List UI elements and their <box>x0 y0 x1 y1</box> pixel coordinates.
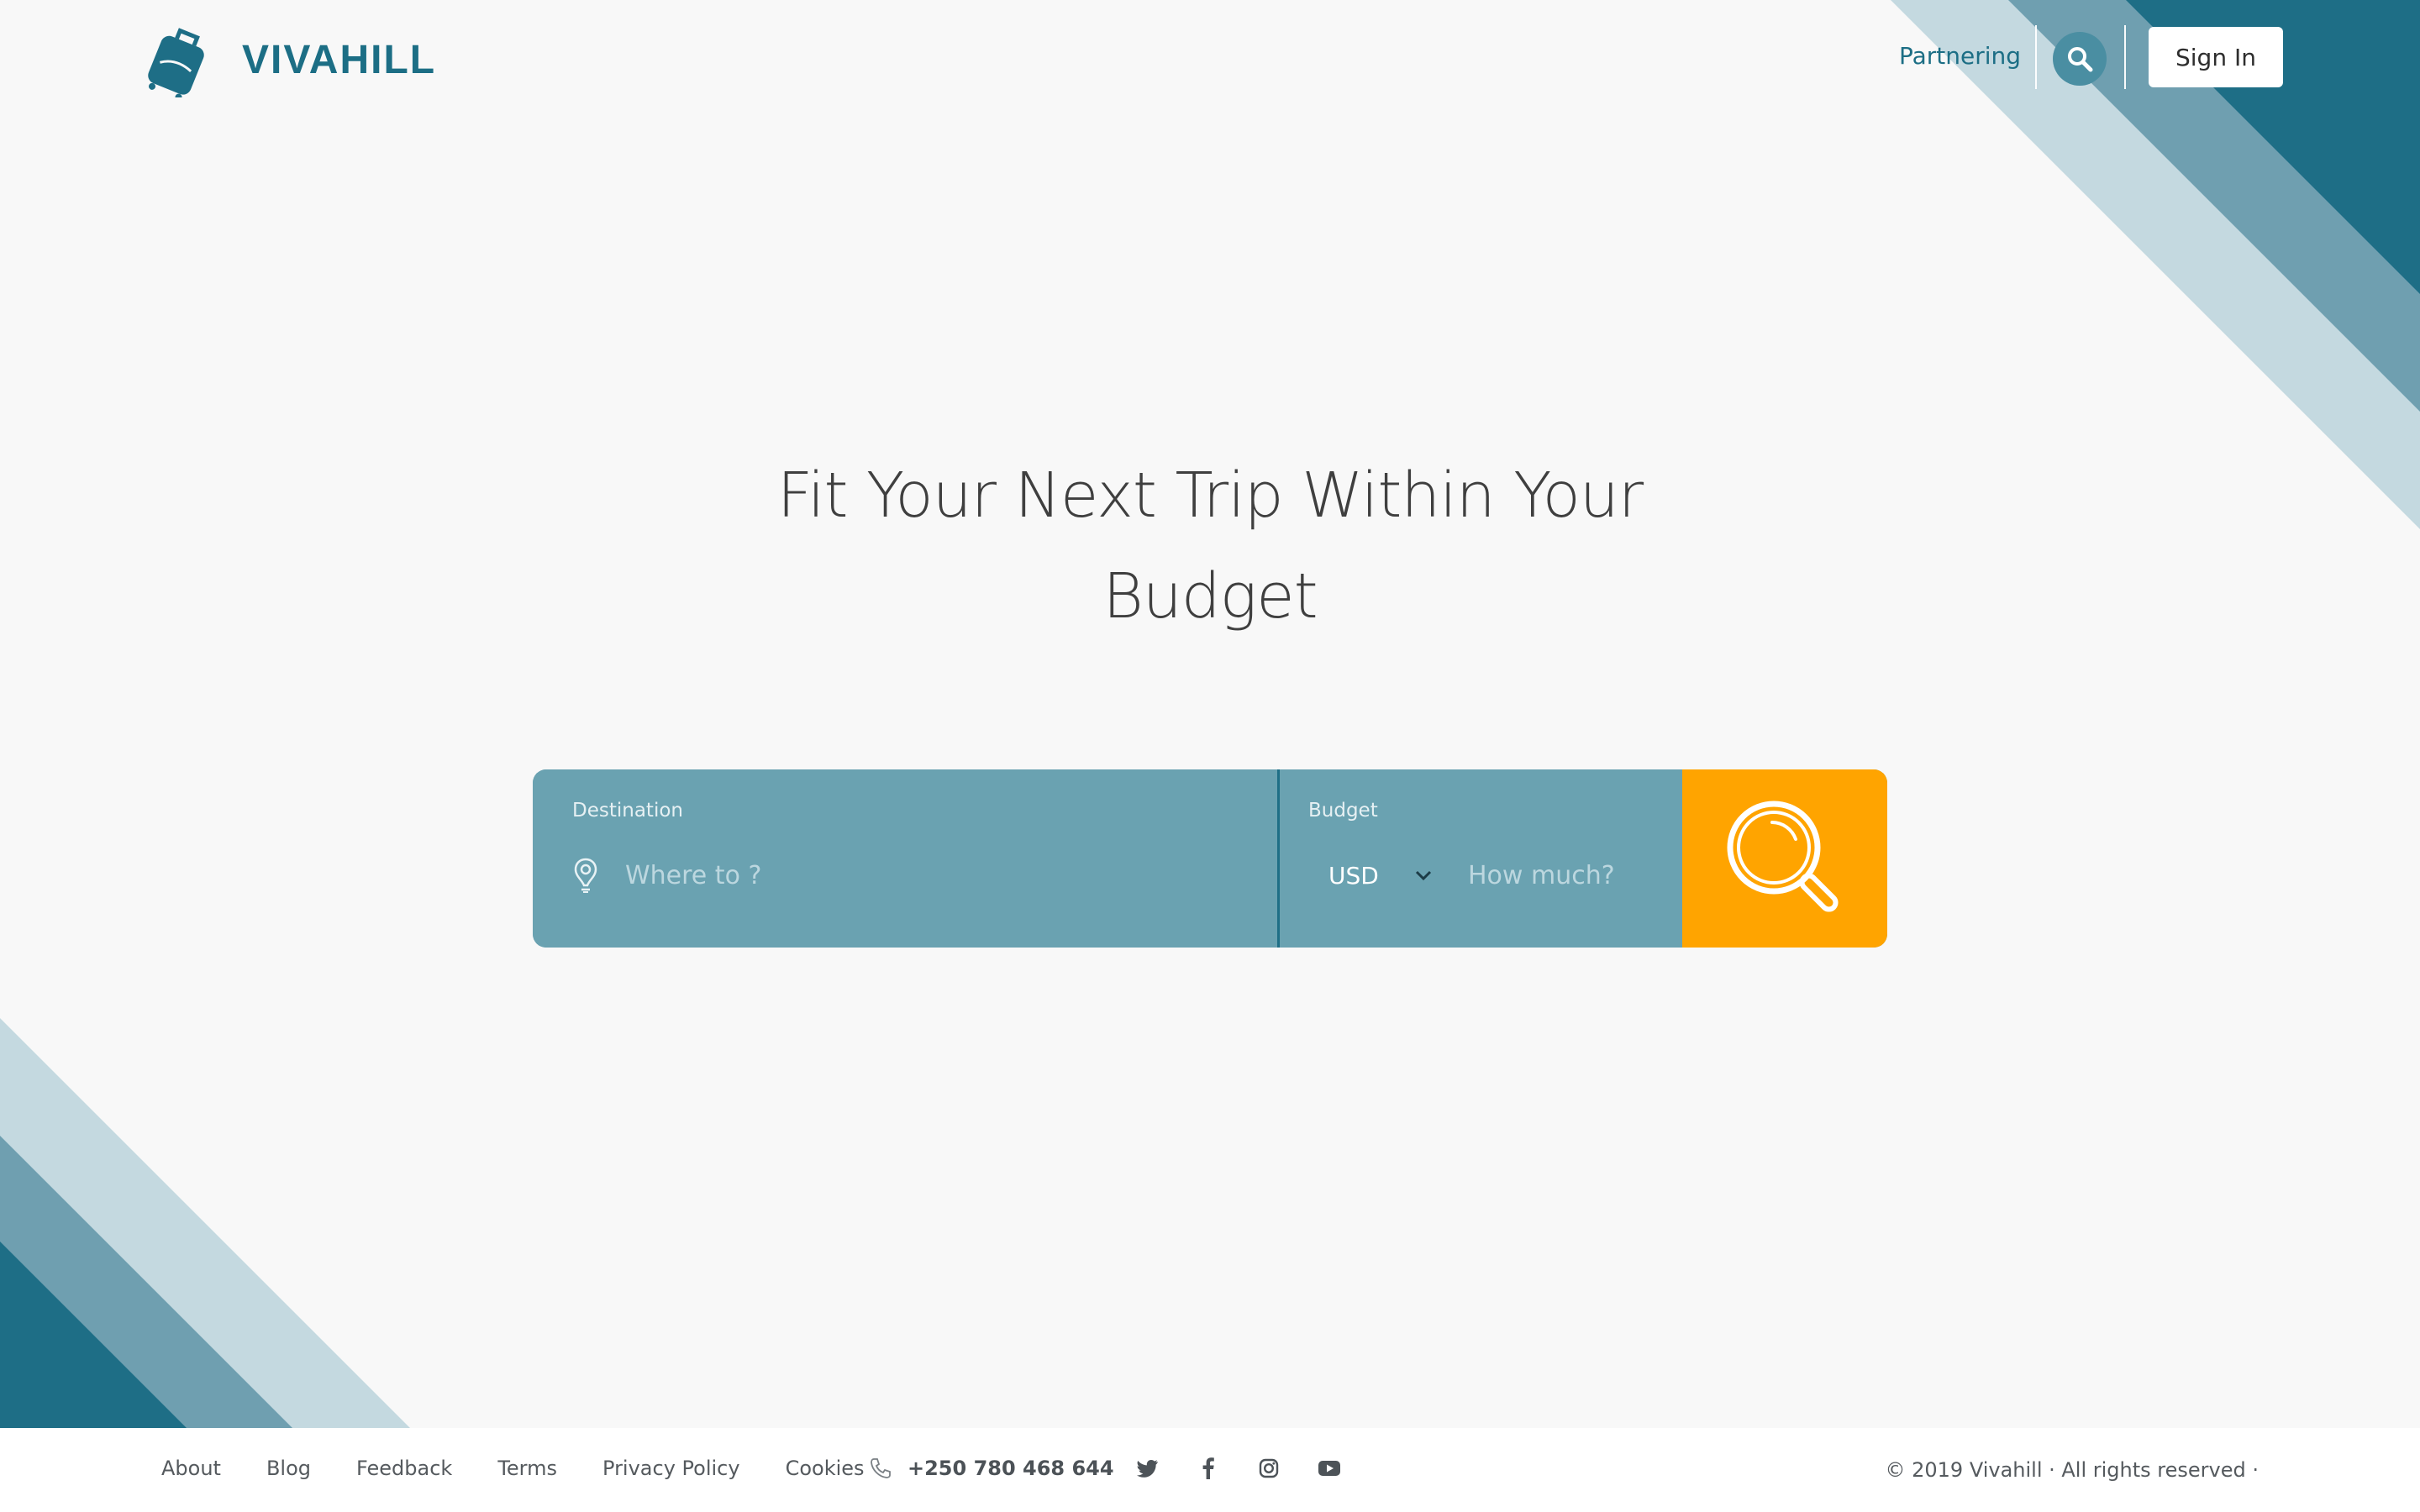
nav-divider <box>2035 25 2037 89</box>
decorative-stripes <box>0 0 2420 1428</box>
map-pin-icon <box>574 858 597 893</box>
suitcase-logo-icon <box>148 28 204 97</box>
chevron-down-icon <box>1415 870 1431 881</box>
footer-link-terms[interactable]: Terms <box>497 1457 557 1480</box>
twitter-icon <box>1137 1460 1158 1478</box>
footer-link-about[interactable]: About <box>161 1457 221 1480</box>
youtube-link[interactable] <box>1318 1457 1341 1480</box>
hero-title: Fit Your Next Trip Within Your Budget <box>776 459 1644 633</box>
facebook-icon <box>1202 1457 1214 1479</box>
footer-link-cookies[interactable]: Cookies <box>786 1457 865 1480</box>
social-links <box>1136 1457 1378 1480</box>
sign-in-button[interactable]: Sign In <box>2149 27 2283 87</box>
footer: About Blog Feedback Terms Privacy Policy… <box>0 1428 2420 1512</box>
currency-value: USD <box>1328 861 1379 890</box>
instagram-link[interactable] <box>1257 1457 1281 1480</box>
copyright: © 2019 Vivahill · All rights reserved · <box>1885 1458 2259 1482</box>
footer-link-blog[interactable]: Blog <box>266 1457 311 1480</box>
destination-label: Destination <box>572 800 683 822</box>
budget-field[interactable]: Budget USD <box>1280 769 1682 948</box>
nav-divider <box>2124 25 2126 89</box>
brand-name: VIVAHILL <box>242 37 437 82</box>
budget-amount-input[interactable] <box>1468 857 1661 894</box>
destination-input[interactable] <box>625 857 1230 894</box>
footer-links: About Blog Feedback Terms Privacy Policy… <box>161 1457 910 1480</box>
twitter-link[interactable] <box>1136 1457 1160 1480</box>
header-search-button[interactable] <box>2053 32 2107 86</box>
partnering-link[interactable]: Partnering <box>1899 42 2021 70</box>
phone-contact[interactable]: +250 780 468 644 <box>869 1457 1114 1480</box>
currency-select[interactable]: USD <box>1328 857 1433 894</box>
destination-field[interactable]: Destination <box>533 769 1277 948</box>
instagram-icon <box>1259 1458 1279 1478</box>
phone-number: +250 780 468 644 <box>908 1457 1114 1480</box>
youtube-icon <box>1318 1461 1340 1476</box>
header: VIVAHILL Partnering Sign In <box>0 0 2420 118</box>
phone-icon <box>871 1458 891 1478</box>
trip-search-form: Destination Budget USD <box>533 769 1887 948</box>
footer-link-feedback[interactable]: Feedback <box>356 1457 452 1480</box>
search-submit-button[interactable] <box>1682 769 1887 948</box>
search-icon <box>2068 47 2093 72</box>
facebook-link[interactable] <box>1197 1457 1220 1480</box>
budget-label: Budget <box>1308 800 1378 822</box>
footer-link-privacy-policy[interactable]: Privacy Policy <box>602 1457 740 1480</box>
logo[interactable]: VIVAHILL <box>141 22 436 97</box>
magnifier-icon <box>1727 801 1839 912</box>
